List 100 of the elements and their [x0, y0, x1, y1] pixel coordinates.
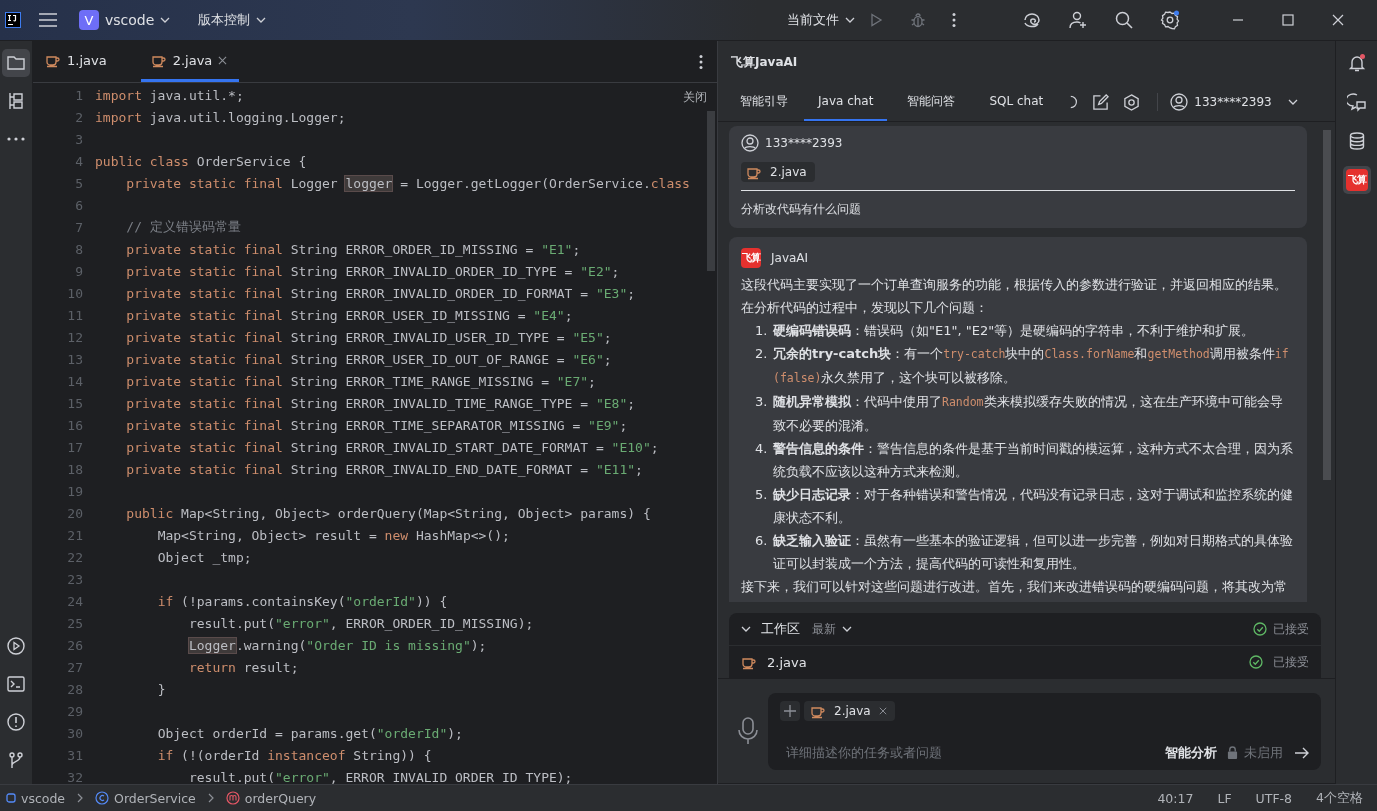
more-icon[interactable]: [6, 136, 26, 142]
vcs-label: 版本控制: [198, 11, 251, 29]
line-number: 20: [66, 505, 84, 521]
scrollbar-thumb[interactable]: [1323, 130, 1331, 480]
line-number: 9: [74, 263, 84, 279]
file-name[interactable]: 2.java: [767, 654, 807, 670]
close-icon[interactable]: [878, 706, 887, 715]
breadcrumb[interactable]: OrderService: [95, 790, 196, 806]
caret-icon[interactable]: [842, 626, 852, 632]
line-number: 17: [66, 439, 84, 455]
swirl-icon[interactable]: [1022, 10, 1042, 30]
run-services-icon[interactable]: [6, 636, 26, 656]
code-line: Map<String, Object> result = new HashMap<>();: [156, 527, 510, 543]
code-line: if (!(orderId instanceof String)) {: [156, 747, 432, 763]
terminal-icon[interactable]: [6, 674, 26, 694]
bug-icon[interactable]: [910, 12, 926, 28]
file-chip[interactable]: 2.java: [804, 700, 895, 721]
code-line: private static final String ERROR_INVALID_START_DATE_FORMAT = "E10";: [125, 439, 659, 455]
check-circle-icon: [1249, 655, 1263, 669]
caret-icon[interactable]: [256, 17, 267, 23]
code-line: private static final String ERROR_INVALID_ORDER_ID_FORMAT = "E3";: [125, 285, 636, 301]
line-number: 11: [66, 307, 84, 323]
line-number: 23: [66, 571, 84, 587]
line-number: 8: [74, 241, 84, 257]
main-menu-icon[interactable]: [39, 13, 57, 27]
breadcrumb[interactable]: orderQuery: [225, 790, 317, 806]
chevron-icon: [207, 793, 214, 803]
add-context-button[interactable]: [780, 700, 800, 721]
mode-label[interactable]: 智能分析: [1165, 743, 1217, 762]
user-icon: [1170, 93, 1189, 111]
line-number: 28: [66, 681, 84, 697]
list-item-text: 缺少日志记录：对于各种错误和警告情况，代码没有记录日志，这对于调试和监控系统的健康状态不利。: [773, 486, 1294, 527]
status-item[interactable]: 4个空格: [1316, 789, 1363, 807]
caret-icon[interactable]: [1287, 99, 1298, 105]
line-number: 6: [74, 197, 84, 213]
code-line: private static final String ERROR_TIME_RANGE_MISSING = "E7";: [125, 373, 596, 389]
code-line: Logger.warning("Order ID is missing");: [187, 637, 487, 653]
line-number: 22: [66, 549, 84, 565]
more-icon[interactable]: [699, 53, 703, 70]
workspace-title: 工作区: [761, 620, 800, 638]
app-logo: 飞算: [741, 248, 761, 268]
edit-icon[interactable]: [1092, 93, 1110, 111]
chat-input-field[interactable]: 2.java 详细描述你的任务或者问题 智能分析 未启用: [768, 692, 1321, 770]
code-line: Object _tmp;: [156, 549, 252, 565]
chat-tab[interactable]: SQL chat: [975, 83, 1058, 121]
send-arrow-icon[interactable]: [1295, 746, 1309, 759]
account-menu[interactable]: 133****2393: [1170, 83, 1298, 121]
line-number: 32: [66, 769, 84, 784]
line-number: 2: [74, 109, 84, 125]
close-tab-icon[interactable]: [218, 55, 228, 65]
file-tab[interactable]: 2.java: [140, 41, 240, 82]
file-tab[interactable]: 1.java: [45, 41, 113, 82]
scrollbar-thumb[interactable]: [707, 111, 715, 271]
problems-icon[interactable]: [6, 712, 26, 732]
run-config-selector[interactable]: 当前文件: [787, 11, 855, 29]
collapse-caret-icon[interactable]: [741, 626, 751, 632]
line-number: 15: [66, 395, 84, 411]
list-item-text: 硬编码错误码：错误码（如"E1", "E2"等）是硬编码的字符串，不利于维护和扩展。: [773, 322, 1255, 340]
filter-dropdown[interactable]: 最新: [812, 620, 852, 638]
code-line: Object orderId = params.get("orderId");: [156, 725, 463, 741]
add-user-icon[interactable]: [1068, 10, 1088, 30]
chat-tab[interactable]: 智能问答: [893, 83, 970, 121]
app-logo-icon[interactable]: [5, 12, 21, 28]
status-item[interactable]: LF: [1217, 790, 1232, 806]
status-item[interactable]: UTF-8: [1255, 790, 1293, 806]
chat-tab[interactable]: 智能引导: [728, 83, 802, 121]
status-text: 已接受: [1273, 653, 1309, 671]
line-number: 10: [66, 285, 84, 301]
settings-icon[interactable]: [1160, 10, 1180, 30]
class-icon: [95, 791, 110, 805]
maximize-icon[interactable]: [1282, 14, 1294, 26]
git-branch-icon[interactable]: [6, 750, 26, 770]
line-number: 14: [66, 373, 84, 389]
chat-tab[interactable]: Java chat: [804, 83, 888, 121]
file-chip[interactable]: 2.java: [741, 162, 815, 182]
more-icon[interactable]: [952, 12, 956, 28]
project-selector[interactable]: V vscode: [79, 10, 171, 30]
close-hint-link[interactable]: 关闭: [683, 89, 707, 106]
caret-icon[interactable]: [845, 17, 855, 23]
settings-icon[interactable]: [1123, 93, 1141, 111]
breadcrumb[interactable]: vscode: [6, 790, 66, 806]
close-icon[interactable]: [1332, 14, 1344, 26]
search-icon[interactable]: [1114, 10, 1134, 30]
microphone-icon[interactable]: [738, 717, 758, 745]
list-item-text: 警告信息的条件：警告信息的条件是基于当前时间戳的模运算，这种方式不太合理，因为系统负载不应该以这种方式来检测。: [773, 440, 1294, 481]
line-number: 13: [66, 351, 84, 367]
list-number: 5.: [755, 486, 769, 504]
line-number: 1: [74, 87, 84, 103]
message-text: 接下来，我们可以针对这些问题进行改进。首先，我们来改进错误码的硬编码问题，将其改为常: [741, 578, 1288, 596]
line-number: 26: [66, 637, 84, 653]
line-number: 24: [66, 593, 84, 609]
lock-icon: [1227, 746, 1238, 759]
code-line: private static final String ERROR_INVALID_END_DATE_FORMAT = "E11";: [125, 461, 643, 477]
vcs-menu[interactable]: 版本控制: [198, 11, 267, 29]
author-name: 133****2393: [765, 136, 843, 150]
list-item-text: 缺乏输入验证：虽然有一些基本的验证逻辑，但可以进一步完善，例如对日期格式的具体验证可以封装成一个方法，提高代码的可读性和复用性。: [773, 532, 1294, 573]
caret-icon[interactable]: [160, 17, 171, 23]
run-icon[interactable]: [868, 12, 884, 28]
status-item[interactable]: 40:17: [1157, 790, 1194, 806]
line-number: 12: [66, 329, 84, 345]
